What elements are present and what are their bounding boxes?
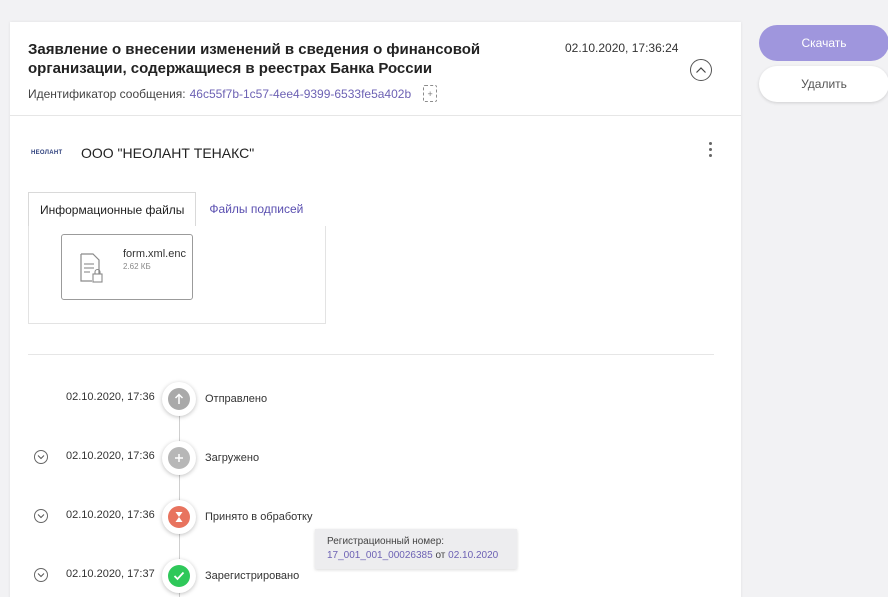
timeline-status: Отправлено xyxy=(205,393,268,405)
file-name: form.xml.enc xyxy=(123,248,186,260)
timeline-status-marker xyxy=(162,382,196,416)
timeline-status-marker xyxy=(162,559,196,593)
file-tabs: Информационные файлы Файлы подписей xyxy=(28,192,314,226)
timeline-item: 02.10.2020, 17:36 Загружено xyxy=(10,439,741,475)
organization-row: НЕОЛАНТ ООО "НЕОЛАНТ ТЕНАКС" xyxy=(10,116,741,190)
timeline-time: 02.10.2020, 17:36 xyxy=(66,509,155,521)
tab-panel: form.xml.enc 2.62 КБ xyxy=(28,226,326,324)
timeline-status-marker xyxy=(162,441,196,475)
expand-toggle[interactable] xyxy=(34,509,48,523)
organization-name: ООО "НЕОЛАНТ ТЕНАКС" xyxy=(81,145,255,161)
chevron-down-icon xyxy=(37,514,45,519)
timeline-status: Принято в обработку xyxy=(205,511,313,523)
tab-info-files[interactable]: Информационные файлы xyxy=(28,192,197,226)
message-datetime: 02.10.2020, 17:36:24 xyxy=(565,41,679,55)
tooltip-label: Регистрационный номер: xyxy=(327,536,445,547)
registration-tooltip: Регистрационный номер: 17_001_001_000263… xyxy=(315,529,517,569)
delete-button[interactable]: Удалить xyxy=(759,66,888,102)
expand-toggle[interactable] xyxy=(34,450,48,464)
copy-icon[interactable]: + xyxy=(423,85,438,102)
tooltip-from: от xyxy=(435,550,446,561)
registration-number[interactable]: 17_001_001_00026385 xyxy=(327,550,433,561)
timeline-time: 02.10.2020, 17:36 xyxy=(66,391,155,403)
tooltip-value: 17_001_001_00026385 от 02.10.2020 xyxy=(327,549,505,563)
more-options-icon[interactable] xyxy=(707,142,713,157)
tab-signature-files[interactable]: Файлы подписей xyxy=(196,192,314,226)
file-card[interactable]: form.xml.enc 2.62 КБ xyxy=(61,234,193,300)
check-icon xyxy=(168,565,190,587)
organization-logo: НЕОЛАНТ xyxy=(31,150,63,156)
file-size: 2.62 КБ xyxy=(123,262,151,271)
chevron-up-icon xyxy=(696,67,706,73)
divider xyxy=(28,354,714,355)
hourglass-icon xyxy=(168,506,190,528)
download-button[interactable]: Скачать xyxy=(759,25,888,61)
registration-date[interactable]: 02.10.2020 xyxy=(448,550,498,561)
message-id-row: Идентификатор сообщения: 46c55f7b-1c57-4… xyxy=(28,85,721,102)
message-title: Заявление о внесении изменений в сведени… xyxy=(28,41,481,77)
timeline-item: 02.10.2020, 17:36 Отправлено xyxy=(10,380,741,416)
message-id-value[interactable]: 46c55f7b-1c57-4ee4-9399-6533fe5a402b xyxy=(190,87,412,101)
collapse-button[interactable] xyxy=(690,59,712,81)
arrow-up-icon xyxy=(168,388,190,410)
page: Заявление о внесении изменений в сведени… xyxy=(0,0,888,597)
chevron-down-icon xyxy=(37,573,45,578)
message-id-label: Идентификатор сообщения: xyxy=(28,86,186,101)
timeline-status-marker xyxy=(162,500,196,534)
chevron-down-icon xyxy=(37,455,45,460)
timeline-time: 02.10.2020, 17:36 xyxy=(66,450,155,462)
timeline-time: 02.10.2020, 17:37 xyxy=(66,568,155,580)
card-header: Заявление о внесении изменений в сведени… xyxy=(10,22,741,116)
timeline-status: Зарегистрировано xyxy=(205,570,300,582)
expand-toggle[interactable] xyxy=(34,568,48,582)
plus-icon xyxy=(168,447,190,469)
encrypted-file-icon xyxy=(80,253,103,283)
timeline-status: Загружено xyxy=(205,452,260,464)
message-card: Заявление о внесении изменений в сведени… xyxy=(10,22,741,597)
